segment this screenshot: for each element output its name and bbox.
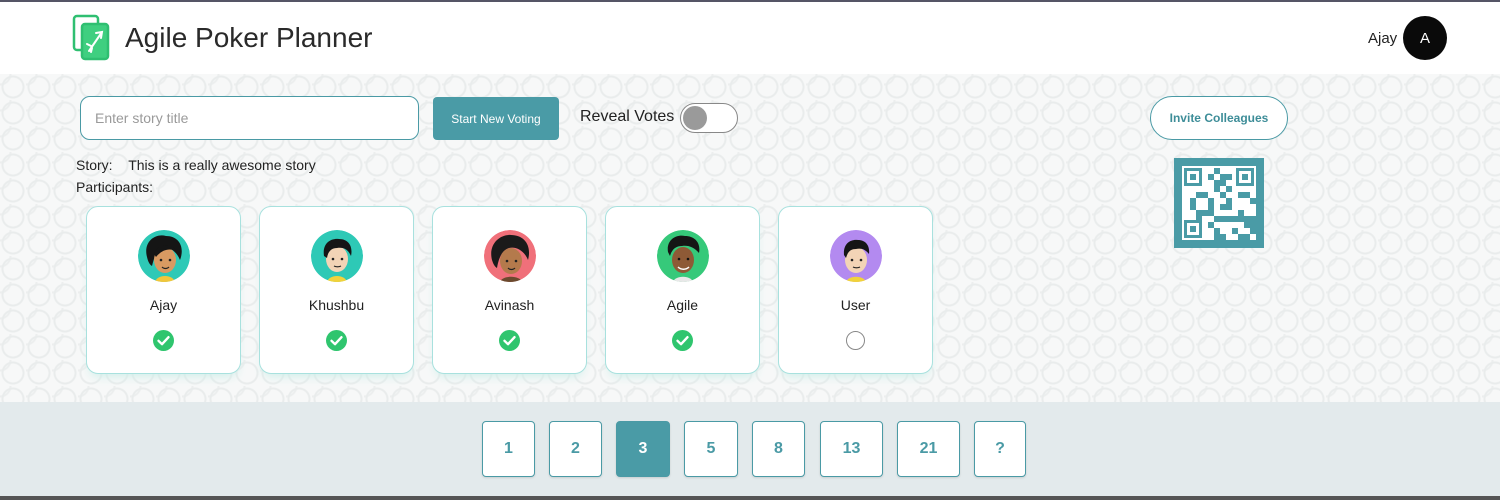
participant-avatar-icon bbox=[311, 230, 363, 282]
voted-check-icon bbox=[153, 330, 174, 351]
poker-card-2[interactable]: 2 bbox=[549, 421, 602, 477]
participant-cards: Ajay Khushbu Avinash Agile User bbox=[86, 206, 946, 376]
poker-card-3[interactable]: 3 bbox=[616, 421, 670, 477]
qr-code-icon bbox=[1174, 158, 1264, 248]
participant-card: Avinash bbox=[432, 206, 587, 374]
participants-label: Participants: bbox=[76, 179, 154, 195]
window-bottom-border bbox=[0, 496, 1500, 500]
poker-card-21[interactable]: 21 bbox=[897, 421, 960, 477]
story-line: Story: This is a really awesome story bbox=[76, 157, 316, 173]
participant-name: Agile bbox=[666, 297, 699, 313]
participant-avatar-icon bbox=[830, 230, 882, 282]
start-new-voting-button[interactable]: Start New Voting bbox=[433, 97, 559, 140]
avatar-initial: A bbox=[1419, 29, 1430, 47]
card-deck: 1 2 3 5 8 13 21 ? bbox=[0, 402, 1500, 496]
participant-avatar-icon bbox=[657, 230, 709, 282]
poker-card-5[interactable]: 5 bbox=[684, 421, 738, 477]
participant-card: User bbox=[778, 206, 933, 374]
user-name: Ajay bbox=[1368, 30, 1398, 47]
voted-check-icon bbox=[672, 330, 693, 351]
voting-area: Start New Voting Reveal Votes Invite Col… bbox=[0, 74, 1500, 402]
poker-card-8[interactable]: 8 bbox=[752, 421, 805, 477]
not-voted-circle-icon bbox=[846, 331, 865, 350]
participant-name: Avinash bbox=[484, 297, 535, 313]
reveal-votes-toggle[interactable] bbox=[680, 103, 738, 133]
participant-card: Khushbu bbox=[259, 206, 414, 374]
participant-avatar-icon bbox=[484, 230, 536, 282]
participant-card: Ajay bbox=[86, 206, 241, 374]
story-label: Story: bbox=[76, 157, 113, 173]
participant-avatar-icon bbox=[138, 230, 190, 282]
invite-colleagues-button[interactable]: Invite Colleagues bbox=[1150, 96, 1288, 140]
story-title: This is a really awesome story bbox=[128, 157, 316, 173]
reveal-votes-label: Reveal Votes bbox=[580, 108, 675, 125]
participant-name: User bbox=[840, 297, 871, 313]
poker-card-13[interactable]: 13 bbox=[820, 421, 883, 477]
participant-name: Ajay bbox=[149, 297, 178, 313]
participant-name: Khushbu bbox=[308, 297, 365, 313]
toggle-knob bbox=[683, 106, 707, 130]
poker-card-question[interactable]: ? bbox=[974, 421, 1026, 477]
app-header: Agile Poker Planner Ajay A bbox=[0, 2, 1500, 74]
voted-check-icon bbox=[326, 330, 347, 351]
user-avatar-button[interactable]: A bbox=[1403, 16, 1447, 60]
voted-check-icon bbox=[499, 330, 520, 351]
poker-card-1[interactable]: 1 bbox=[482, 421, 535, 477]
app-logo-icon bbox=[72, 14, 110, 61]
story-title-input[interactable] bbox=[80, 96, 419, 140]
app-title: Agile Poker Planner bbox=[125, 22, 373, 53]
participant-card: Agile bbox=[605, 206, 760, 374]
